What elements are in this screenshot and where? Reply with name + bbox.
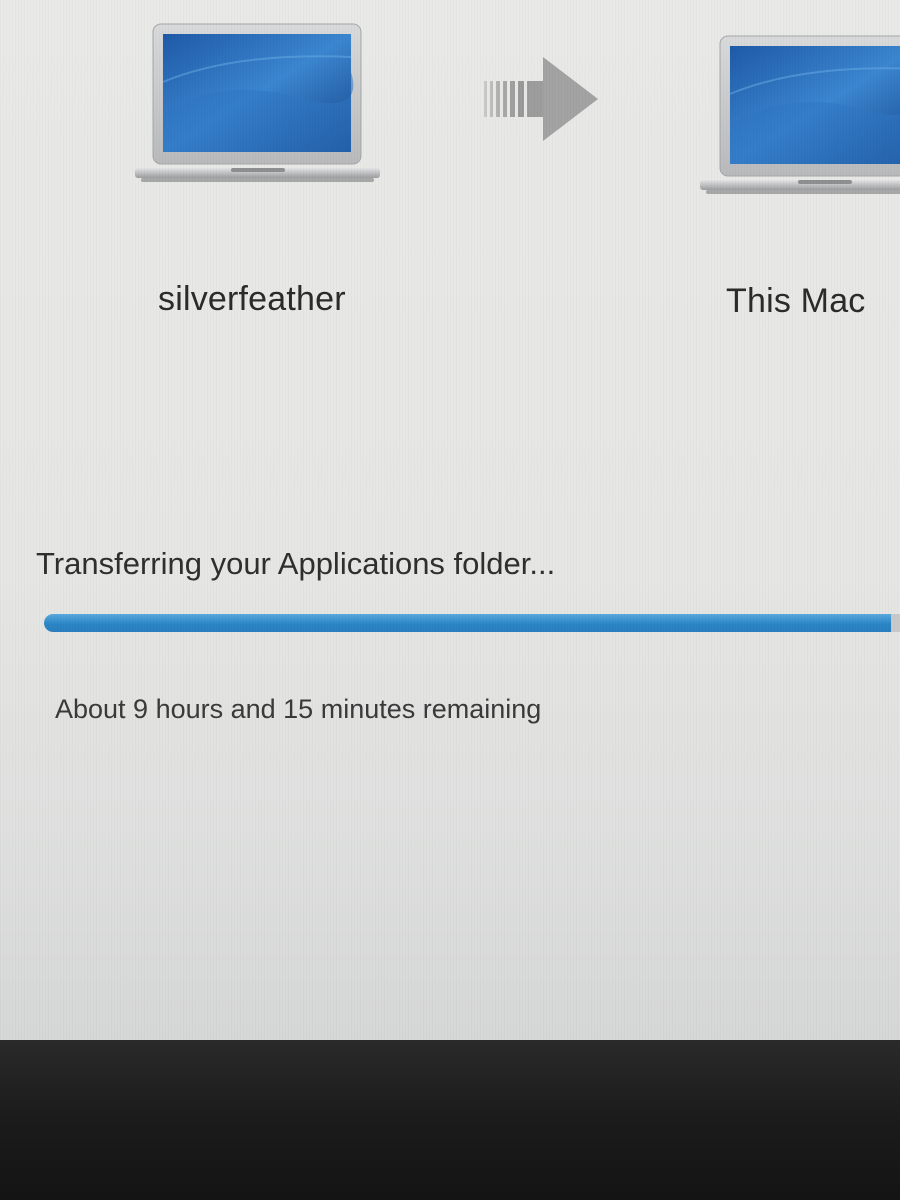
destination-computer-name: This Mac — [726, 282, 866, 320]
migration-assistant-window: silverfeather This Mac Transferring your… — [0, 0, 900, 1040]
transfer-arrow-icon — [480, 55, 605, 150]
transfer-status-text: Transferring your Applications folder... — [36, 546, 556, 581]
time-remaining-text: About 9 hours and 15 minutes remaining — [55, 694, 542, 724]
source-laptop-icon — [135, 22, 380, 197]
transfer-progress-fill — [44, 614, 892, 632]
transfer-progress-bar — [44, 614, 900, 632]
source-computer-name: silverfeather — [158, 280, 346, 318]
destination-laptop-icon — [700, 34, 900, 209]
laptop-keyboard-bezel — [0, 1040, 900, 1200]
